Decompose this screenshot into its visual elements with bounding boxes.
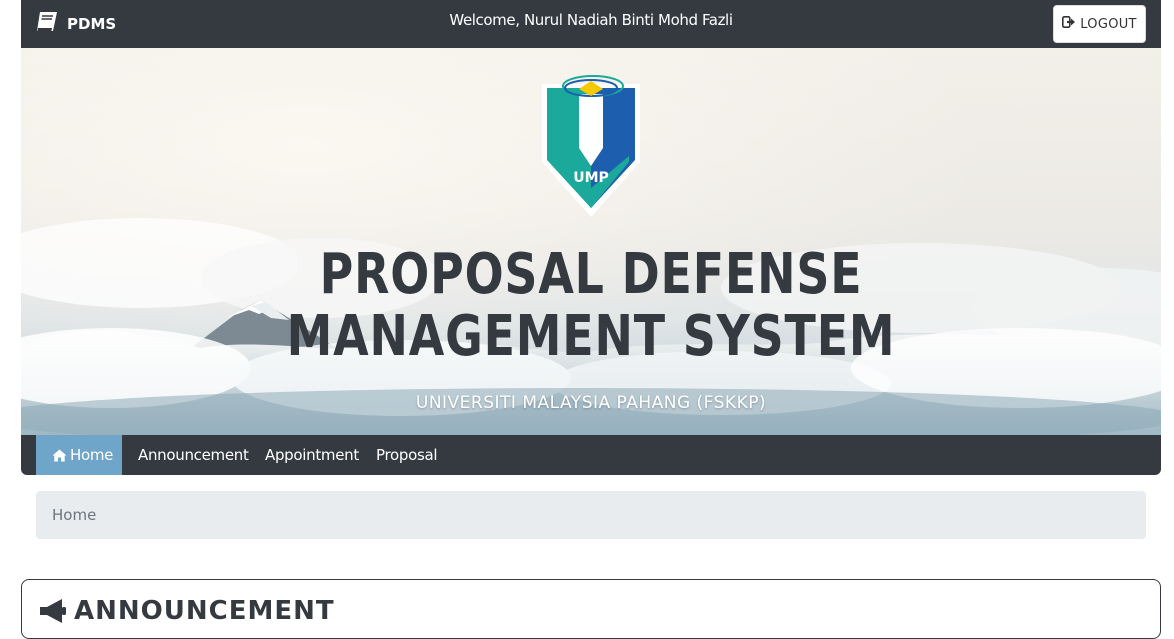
- nav-item-home[interactable]: Home: [36, 435, 122, 475]
- main-nav: Home Announcement Appointment Proposal: [21, 435, 1161, 475]
- welcome-message: Welcome, Nurul Nadiah Binti Mohd Fazli: [449, 11, 733, 29]
- nav-item-label: Home: [70, 446, 114, 464]
- logo-text: UMP: [573, 170, 609, 186]
- nav-item-proposal[interactable]: Proposal: [360, 435, 453, 475]
- top-bar: PDMS Welcome, Nurul Nadiah Binti Mohd Fa…: [21, 0, 1161, 48]
- nav-item-label: Announcement: [138, 446, 249, 464]
- logout-label: LOGOUT: [1080, 16, 1137, 32]
- home-icon: [52, 449, 67, 462]
- nav-item-label: Appointment: [265, 446, 359, 464]
- hero-title-line1: PROPOSAL DEFENSE: [319, 242, 863, 307]
- sign-out-icon: [1062, 16, 1076, 32]
- announcement-title: ANNOUNCEMENT: [74, 596, 335, 626]
- hero-title-line2: MANAGEMENT SYSTEM: [286, 304, 896, 369]
- nav-item-label: Proposal: [376, 446, 438, 464]
- ump-logo: UMP: [539, 70, 643, 223]
- hero-title: PROPOSAL DEFENSE MANAGEMENT SYSTEM: [21, 244, 1161, 368]
- megaphone-icon: [38, 598, 68, 624]
- hero-banner: UMP PROPOSAL DEFENSE MANAGEMENT SYSTEM U…: [21, 48, 1161, 435]
- nav-item-announcement[interactable]: Announcement: [122, 435, 265, 475]
- breadcrumb-item-home: Home: [52, 506, 97, 524]
- breadcrumb: Home: [36, 491, 1146, 539]
- logout-button[interactable]: LOGOUT: [1053, 5, 1146, 43]
- announcement-heading: ANNOUNCEMENT: [38, 596, 335, 626]
- nav-item-appointment[interactable]: Appointment: [249, 435, 375, 475]
- announcement-card: ANNOUNCEMENT: [21, 579, 1161, 639]
- hero-subtitle: UNIVERSITI MALAYSIA PAHANG (FSKKP): [415, 393, 767, 413]
